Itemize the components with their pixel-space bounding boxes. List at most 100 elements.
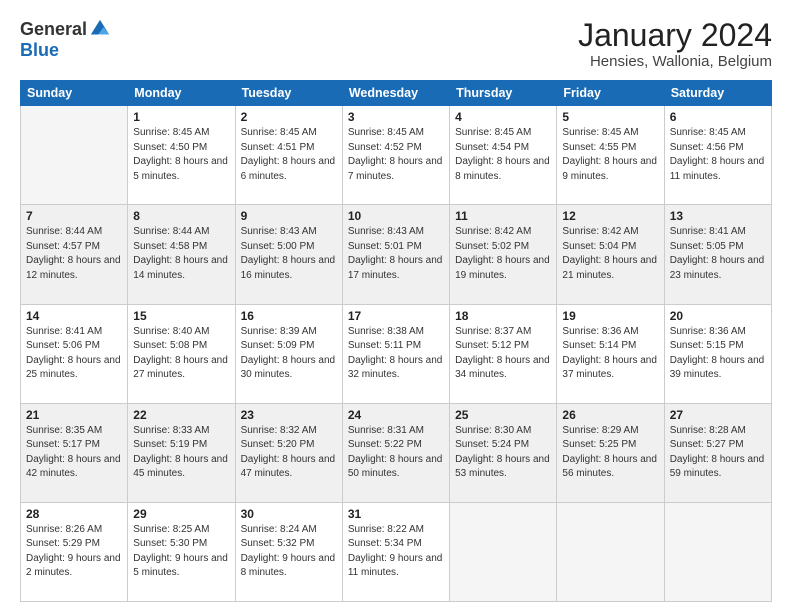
day-number: 22 <box>133 408 229 422</box>
calendar-cell: 8Sunrise: 8:44 AMSunset: 4:58 PMDaylight… <box>128 205 235 304</box>
day-number: 15 <box>133 309 229 323</box>
day-detail: Sunrise: 8:25 AMSunset: 5:30 PMDaylight:… <box>133 523 229 581</box>
calendar-cell: 15Sunrise: 8:40 AMSunset: 5:08 PMDayligh… <box>128 304 235 403</box>
day-detail: Sunrise: 8:42 AMSunset: 5:04 PMDaylight:… <box>562 225 658 283</box>
week-row-5: 28Sunrise: 8:26 AMSunset: 5:29 PMDayligh… <box>21 502 772 601</box>
calendar-cell: 4Sunrise: 8:45 AMSunset: 4:54 PMDaylight… <box>450 106 557 205</box>
calendar-cell <box>21 106 128 205</box>
calendar-cell: 22Sunrise: 8:33 AMSunset: 5:19 PMDayligh… <box>128 403 235 502</box>
main-title: January 2024 <box>578 18 772 53</box>
calendar-cell: 11Sunrise: 8:42 AMSunset: 5:02 PMDayligh… <box>450 205 557 304</box>
day-detail: Sunrise: 8:29 AMSunset: 5:25 PMDaylight:… <box>562 424 658 482</box>
day-detail: Sunrise: 8:39 AMSunset: 5:09 PMDaylight:… <box>241 325 337 383</box>
day-detail: Sunrise: 8:45 AMSunset: 4:50 PMDaylight:… <box>133 126 229 184</box>
calendar-cell: 26 Sunrise: 8:29 AMSunset: 5:25 PMDayligh… <box>557 403 664 502</box>
day-number: 26 <box>562 408 658 422</box>
calendar-cell <box>664 502 771 601</box>
day-number: 16 <box>241 309 337 323</box>
page: General Blue January 2024 Hensies, Wallo… <box>0 0 792 612</box>
calendar-cell: 19 Sunrise: 8:36 AMSunset: 5:14 PMDayligh… <box>557 304 664 403</box>
week-row-3: 14 Sunrise: 8:41 AMSunset: 5:06 PMDayligh… <box>21 304 772 403</box>
day-detail: Sunrise: 8:45 AMSunset: 4:51 PMDaylight:… <box>241 126 337 184</box>
calendar-cell: 14 Sunrise: 8:41 AMSunset: 5:06 PMDayligh… <box>21 304 128 403</box>
day-detail: Sunrise: 8:37 AMSunset: 5:12 PMDaylight:… <box>455 325 551 383</box>
subtitle: Hensies, Wallonia, Belgium <box>578 53 772 70</box>
calendar-cell: 2 Sunrise: 8:45 AMSunset: 4:51 PMDaylight… <box>235 106 342 205</box>
day-detail: Sunrise: 8:31 AMSunset: 5:22 PMDaylight:… <box>348 424 444 482</box>
day-number: 17 <box>348 309 444 323</box>
day-number: 31 <box>348 507 444 521</box>
day-number: 12 <box>562 209 658 223</box>
calendar-cell: 7 Sunrise: 8:44 AMSunset: 4:57 PMDaylight… <box>21 205 128 304</box>
day-detail: Sunrise: 8:32 AMSunset: 5:20 PMDaylight:… <box>241 424 337 482</box>
calendar-cell: 28Sunrise: 8:26 AMSunset: 5:29 PMDayligh… <box>21 502 128 601</box>
calendar-header: SundayMondayTuesdayWednesdayThursdayFrid… <box>21 81 772 106</box>
calendar-body: 1 Sunrise: 8:45 AMSunset: 4:50 PMDaylight… <box>21 106 772 602</box>
day-detail: Sunrise: 8:22 AMSunset: 5:34 PMDaylight:… <box>348 523 444 581</box>
calendar-cell: 20 Sunrise: 8:36 AMSunset: 5:15 PMDayligh… <box>664 304 771 403</box>
calendar-cell: 12 Sunrise: 8:42 AMSunset: 5:04 PMDayligh… <box>557 205 664 304</box>
day-number: 8 <box>133 209 229 223</box>
calendar-cell: 9Sunrise: 8:43 AMSunset: 5:00 PMDaylight… <box>235 205 342 304</box>
calendar-cell: 6Sunrise: 8:45 AMSunset: 4:56 PMDaylight… <box>664 106 771 205</box>
day-detail: Sunrise: 8:36 AMSunset: 5:14 PMDaylight:… <box>562 325 658 383</box>
day-number: 28 <box>26 507 122 521</box>
calendar-cell: 5 Sunrise: 8:45 AMSunset: 4:55 PMDaylight… <box>557 106 664 205</box>
header-day-monday: Monday <box>128 81 235 106</box>
day-number: 19 <box>562 309 658 323</box>
day-detail: Sunrise: 8:45 AMSunset: 4:55 PMDaylight:… <box>562 126 658 184</box>
calendar-cell: 27Sunrise: 8:28 AMSunset: 5:27 PMDayligh… <box>664 403 771 502</box>
day-detail: Sunrise: 8:45 AMSunset: 4:54 PMDaylight:… <box>455 126 551 184</box>
calendar-cell: 21Sunrise: 8:35 AMSunset: 5:17 PMDayligh… <box>21 403 128 502</box>
header-day-thursday: Thursday <box>450 81 557 106</box>
day-detail: Sunrise: 8:45 AMSunset: 4:56 PMDaylight:… <box>670 126 766 184</box>
day-detail: Sunrise: 8:45 AMSunset: 4:52 PMDaylight:… <box>348 126 444 184</box>
calendar-cell: 1 Sunrise: 8:45 AMSunset: 4:50 PMDaylight… <box>128 106 235 205</box>
day-number: 3 <box>348 110 444 124</box>
header-day-saturday: Saturday <box>664 81 771 106</box>
week-row-4: 21Sunrise: 8:35 AMSunset: 5:17 PMDayligh… <box>21 403 772 502</box>
header-day-wednesday: Wednesday <box>342 81 449 106</box>
day-detail: Sunrise: 8:43 AMSunset: 5:00 PMDaylight:… <box>241 225 337 283</box>
calendar: SundayMondayTuesdayWednesdayThursdayFrid… <box>20 80 772 602</box>
title-block: January 2024 Hensies, Wallonia, Belgium <box>578 18 772 70</box>
calendar-cell: 24Sunrise: 8:31 AMSunset: 5:22 PMDayligh… <box>342 403 449 502</box>
header-day-sunday: Sunday <box>21 81 128 106</box>
day-detail: Sunrise: 8:42 AMSunset: 5:02 PMDaylight:… <box>455 225 551 283</box>
day-number: 23 <box>241 408 337 422</box>
day-number: 5 <box>562 110 658 124</box>
day-number: 13 <box>670 209 766 223</box>
calendar-table: SundayMondayTuesdayWednesdayThursdayFrid… <box>20 80 772 602</box>
logo-general-text: General <box>20 19 87 40</box>
day-detail: Sunrise: 8:41 AMSunset: 5:05 PMDaylight:… <box>670 225 766 283</box>
calendar-cell <box>450 502 557 601</box>
day-detail: Sunrise: 8:38 AMSunset: 5:11 PMDaylight:… <box>348 325 444 383</box>
calendar-cell: 3 Sunrise: 8:45 AMSunset: 4:52 PMDaylight… <box>342 106 449 205</box>
day-detail: Sunrise: 8:44 AMSunset: 4:57 PMDaylight:… <box>26 225 122 283</box>
day-number: 14 <box>26 309 122 323</box>
logo: General Blue <box>20 18 111 61</box>
calendar-cell: 17 Sunrise: 8:38 AMSunset: 5:11 PMDayligh… <box>342 304 449 403</box>
day-number: 18 <box>455 309 551 323</box>
calendar-cell <box>557 502 664 601</box>
day-detail: Sunrise: 8:36 AMSunset: 5:15 PMDaylight:… <box>670 325 766 383</box>
day-number: 30 <box>241 507 337 521</box>
logo-blue-text: Blue <box>20 40 59 61</box>
day-detail: Sunrise: 8:24 AMSunset: 5:32 PMDaylight:… <box>241 523 337 581</box>
day-number: 27 <box>670 408 766 422</box>
day-number: 10 <box>348 209 444 223</box>
day-number: 20 <box>670 309 766 323</box>
calendar-cell: 18 Sunrise: 8:37 AMSunset: 5:12 PMDayligh… <box>450 304 557 403</box>
calendar-cell: 16 Sunrise: 8:39 AMSunset: 5:09 PMDayligh… <box>235 304 342 403</box>
day-detail: Sunrise: 8:30 AMSunset: 5:24 PMDaylight:… <box>455 424 551 482</box>
day-number: 7 <box>26 209 122 223</box>
header-row: SundayMondayTuesdayWednesdayThursdayFrid… <box>21 81 772 106</box>
calendar-cell: 13 Sunrise: 8:41 AMSunset: 5:05 PMDayligh… <box>664 205 771 304</box>
calendar-cell: 29Sunrise: 8:25 AMSunset: 5:30 PMDayligh… <box>128 502 235 601</box>
calendar-cell: 30 Sunrise: 8:24 AMSunset: 5:32 PMDayligh… <box>235 502 342 601</box>
calendar-cell: 31 Sunrise: 8:22 AMSunset: 5:34 PMDayligh… <box>342 502 449 601</box>
day-number: 2 <box>241 110 337 124</box>
header-day-friday: Friday <box>557 81 664 106</box>
day-detail: Sunrise: 8:41 AMSunset: 5:06 PMDaylight:… <box>26 325 122 383</box>
day-number: 1 <box>133 110 229 124</box>
